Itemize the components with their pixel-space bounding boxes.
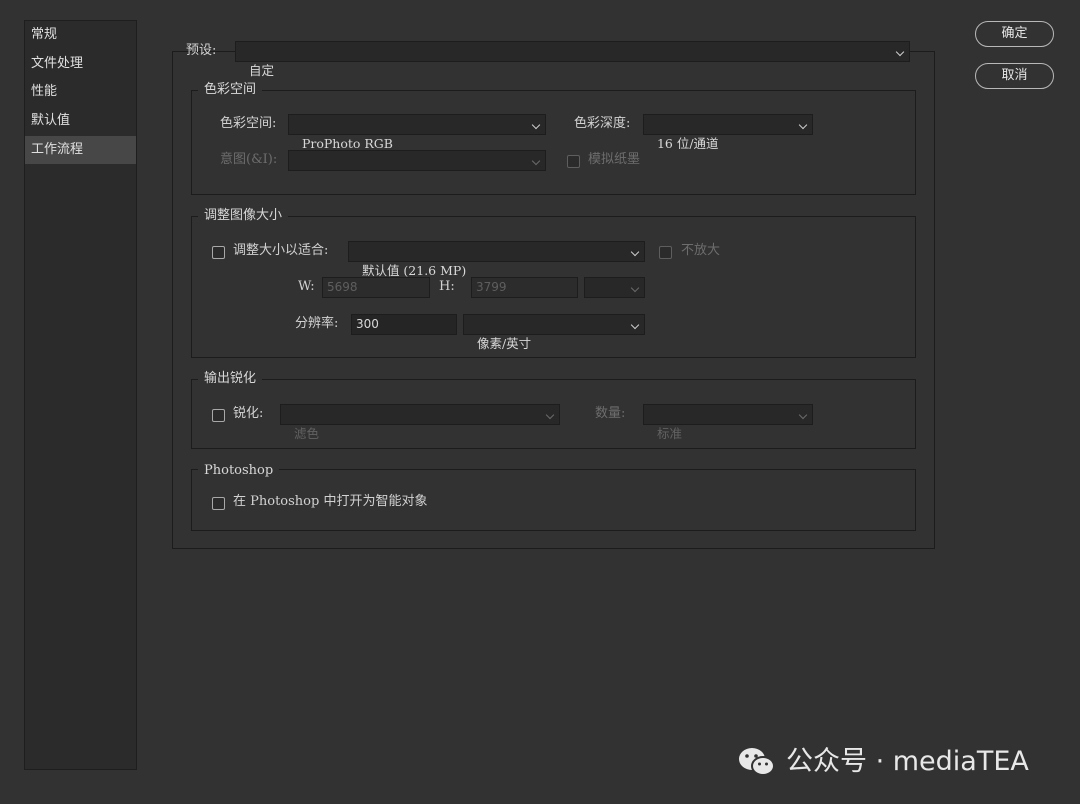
color-space-value: ProPhoto RGB: [301, 136, 393, 151]
ok-button[interactable]: 确定: [975, 21, 1054, 47]
sharpen-for-value: 滤色: [293, 426, 319, 441]
amount-dropdown[interactable]: 标准: [643, 404, 813, 441]
cancel-button[interactable]: 取消: [975, 63, 1054, 89]
chevron-down-icon: [531, 156, 541, 166]
sidebar-item-workflow[interactable]: 工作流程: [25, 136, 136, 164]
chevron-down-icon: [798, 120, 808, 130]
chevron-down-icon: [531, 120, 541, 130]
intent-label: 意图(&I):: [220, 152, 278, 167]
bit-depth-dropdown[interactable]: 16 位/通道: [643, 114, 813, 151]
preset-dropdown[interactable]: 自定: [235, 41, 910, 78]
amount-value: 标准: [656, 426, 682, 441]
output-sharpening-group-title: 输出锐化: [198, 371, 263, 387]
color-space-dropdown[interactable]: ProPhoto RGB: [288, 114, 546, 151]
width-label: W:: [298, 279, 315, 294]
smart-object-checkbox[interactable]: [212, 497, 225, 510]
no-enlarge-checkbox[interactable]: [659, 246, 672, 259]
sharpen-for-dropdown[interactable]: 滤色: [280, 404, 560, 441]
resize-group-title: 调整图像大小: [198, 208, 289, 224]
sharpen-label: 锐化:: [233, 406, 264, 421]
sidebar-item-defaults[interactable]: 默认值: [25, 107, 136, 135]
fit-checkbox[interactable]: [212, 246, 225, 259]
preferences-sidebar: 常规 文件处理 性能 默认值 工作流程: [24, 20, 137, 770]
photoshop-group-title: Photoshop: [198, 463, 280, 479]
preset-label: 预设:: [186, 43, 217, 58]
height-label: H:: [439, 279, 455, 294]
color-space-label: 色彩空间:: [220, 116, 277, 131]
amount-label: 数量:: [595, 406, 626, 421]
simulate-paper-checkbox[interactable]: [567, 155, 580, 168]
bit-depth-label: 色彩深度:: [574, 116, 631, 131]
chevron-down-icon: [895, 47, 905, 57]
fit-value: 默认值 (21.6 MP): [361, 263, 467, 278]
chevron-down-icon: [798, 410, 808, 420]
watermark-text: 公众号 · mediaTEA: [786, 746, 1029, 777]
no-enlarge-label: 不放大: [681, 243, 721, 258]
width-input[interactable]: 5698: [322, 277, 430, 298]
preset-value: 自定: [248, 63, 274, 78]
sidebar-item-general[interactable]: 常规: [25, 21, 136, 49]
bit-depth-value: 16 位/通道: [656, 136, 719, 151]
chevron-down-icon: [630, 320, 640, 330]
resolution-input[interactable]: 300: [351, 314, 457, 335]
sidebar-item-file-handling[interactable]: 文件处理: [25, 50, 136, 78]
intent-dropdown[interactable]: [288, 150, 546, 171]
sharpen-checkbox[interactable]: [212, 409, 225, 422]
chevron-down-icon: [630, 247, 640, 257]
chevron-down-icon: [545, 410, 555, 420]
wechat-icon: [739, 748, 775, 776]
simulate-paper-label: 模拟纸墨: [588, 152, 641, 167]
sidebar-item-performance[interactable]: 性能: [25, 78, 136, 106]
size-unit-dropdown[interactable]: [584, 277, 645, 298]
smart-object-label: 在 Photoshop 中打开为智能对象: [233, 494, 428, 509]
resolution-unit-value: 像素/英寸: [476, 336, 532, 351]
resolution-unit-dropdown[interactable]: 像素/英寸: [463, 314, 645, 351]
resolution-label: 分辨率:: [295, 316, 339, 331]
fit-label: 调整大小以适合:: [233, 243, 329, 258]
height-input[interactable]: 3799: [471, 277, 578, 298]
fit-dropdown[interactable]: 默认值 (21.6 MP): [348, 241, 645, 278]
chevron-down-icon: [630, 283, 640, 293]
color-space-group-title: 色彩空间: [198, 82, 263, 98]
